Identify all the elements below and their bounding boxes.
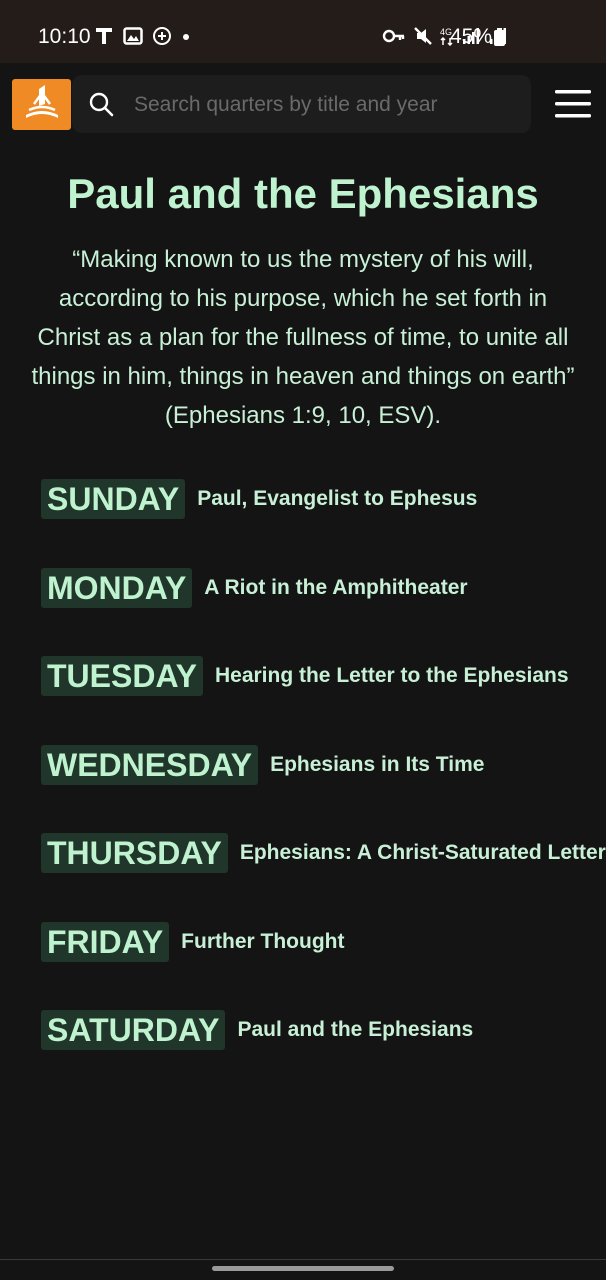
divider [0, 1259, 606, 1260]
day-badge: TUESDAY [41, 656, 203, 696]
image-icon [123, 27, 143, 45]
day-row-tuesday[interactable]: TUESDAY Hearing the Letter to the Ephesi… [41, 656, 606, 745]
app-logo[interactable] [12, 79, 71, 130]
status-time: 10:10 [38, 25, 91, 48]
day-row-monday[interactable]: MONDAY A Riot in the Amphitheater [41, 567, 606, 657]
day-row-saturday[interactable]: SATURDAY Paul and the Ephesians [41, 1010, 606, 1099]
day-list: SUNDAY Paul, Evangelist to Ephesus MONDA… [41, 479, 606, 1099]
church-logo-icon [26, 85, 58, 118]
messenger-icon [153, 27, 171, 45]
hamburger-menu-icon[interactable] [555, 89, 591, 119]
memory-text: “Making known to us the mystery of his w… [31, 246, 575, 429]
notification-icons [94, 26, 191, 46]
dot-icon [183, 34, 189, 40]
lesson-title: Paul and the Ephesians [67, 170, 539, 217]
day-badge: SUNDAY [41, 479, 186, 519]
battery-icon [494, 28, 505, 46]
day-badge: MONDAY [41, 567, 193, 608]
day-badge: WEDNESDAY [41, 744, 259, 785]
home-indicator[interactable] [212, 1266, 394, 1271]
day-title[interactable]: A Riot in the Amphitheater [204, 568, 467, 608]
day-row-sunday[interactable]: SUNDAY Paul, Evangelist to Ephesus [41, 479, 606, 568]
day-title[interactable]: Hearing the Letter to the Ephesians [215, 656, 569, 696]
day-title[interactable]: Ephesians: A Christ-Saturated Letter [240, 833, 606, 873]
day-title[interactable]: Paul, Evangelist to Ephesus [197, 479, 477, 519]
day-badge: FRIDAY [41, 921, 170, 962]
day-title[interactable]: Ephesians in Its Time [270, 745, 484, 785]
day-badge: SATURDAY [41, 1010, 226, 1050]
top-bar [0, 63, 606, 141]
search-input[interactable] [132, 89, 516, 121]
t-icon [96, 28, 112, 44]
day-row-wednesday[interactable]: WEDNESDAY Ephesians in Its Time [41, 744, 606, 834]
status-bar: 10:10 4G 45% [0, 0, 606, 63]
search-icon [89, 92, 114, 117]
search-box[interactable] [72, 75, 531, 133]
day-row-friday[interactable]: FRIDAY Further Thought [41, 921, 606, 1011]
day-title[interactable]: Paul and the Ephesians [237, 1010, 473, 1050]
day-row-thursday[interactable]: THURSDAY Ephesians: A Christ-Saturated L… [41, 833, 606, 922]
day-title[interactable]: Further Thought [181, 922, 344, 962]
battery-percent: 45% [450, 25, 493, 48]
day-badge: THURSDAY [41, 833, 228, 873]
key-icon [382, 29, 405, 43]
mute-icon [414, 27, 432, 45]
